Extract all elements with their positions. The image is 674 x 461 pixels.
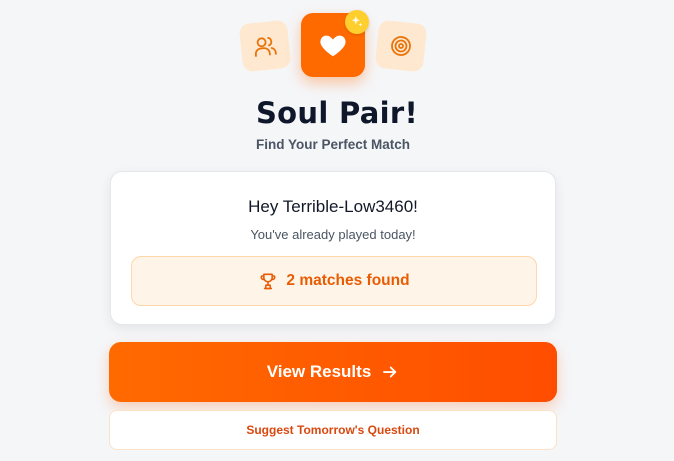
greeting-text: Hey Terrible-Low3460! (248, 197, 418, 216)
view-results-button[interactable]: View Results (109, 342, 557, 402)
status-card: Hey Terrible-Low3460! You've already pla… (110, 171, 556, 325)
played-message: You've already played today! (250, 227, 416, 242)
suggest-question-button[interactable]: Suggest Tomorrow's Question (109, 410, 557, 450)
page-title: Soul Pair! (255, 96, 418, 130)
page-subtitle: Find Your Perfect Match (255, 137, 411, 152)
sparkle-badge (345, 10, 369, 34)
users-icon (254, 36, 277, 57)
matches-found-banner: 2 matches found (131, 256, 537, 306)
arrow-right-icon (383, 366, 397, 378)
heart-icon (320, 35, 346, 57)
trophy-icon (260, 273, 276, 290)
users-tile (238, 19, 292, 73)
suggest-question-label: Suggest Tomorrow's Question (246, 423, 420, 437)
target-tile (374, 19, 428, 73)
sparkle-icon (351, 16, 363, 27)
matches-count-label: 2 matches found (286, 272, 410, 289)
view-results-label: View Results (266, 362, 372, 381)
target-icon (391, 36, 411, 56)
